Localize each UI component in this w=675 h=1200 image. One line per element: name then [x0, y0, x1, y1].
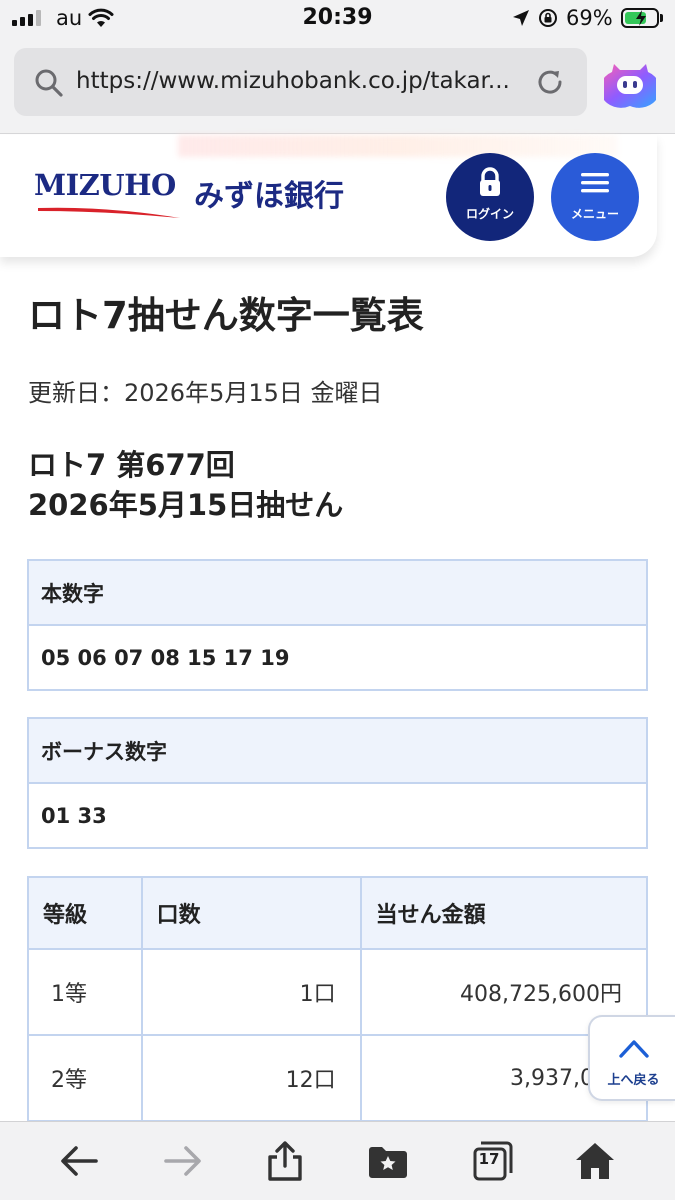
bookmarks-icon [369, 1147, 407, 1178]
tabs-button[interactable]: 17 [472, 1140, 514, 1182]
assistant-icon[interactable] [604, 58, 656, 108]
count-cell: 12口 [140, 1034, 362, 1122]
bonus-numbers-table: ボーナス数字 01 33 [27, 717, 648, 849]
bonus-numbers-value: 01 33 [27, 782, 648, 849]
hamburger-icon [581, 173, 609, 193]
menu-button[interactable]: メニュー [551, 153, 639, 241]
draw-heading: ロト7 第677回 2026年5月15日抽せん [28, 445, 343, 525]
chevron-up-icon [619, 1040, 649, 1058]
menu-label: メニュー [570, 207, 619, 221]
mizuho-logo[interactable]: MIZUHO [34, 168, 176, 202]
reload-icon[interactable] [534, 66, 566, 98]
battery-charging-icon [621, 8, 659, 28]
back-to-top-label: 上へ戻る [607, 1073, 660, 1088]
location-arrow-icon [513, 10, 529, 26]
orientation-lock-icon [539, 9, 557, 27]
battery-tip [660, 14, 663, 22]
grade-cell: 2等 [27, 1034, 143, 1122]
draw-number: ロト7 第677回 [28, 448, 235, 482]
count-cell: 1口 [140, 948, 362, 1036]
site-header: MIZUHO みずほ銀行 ログイン メニュー [0, 135, 657, 257]
share-icon [268, 1141, 302, 1181]
url-text[interactable]: https://www.mizuhobank.co.jp/takar... [76, 68, 526, 94]
bank-name-logo[interactable]: みずほ銀行 [194, 171, 344, 215]
header-count: 口数 [140, 876, 362, 950]
main-numbers-value: 05 06 07 08 15 17 19 [27, 624, 648, 691]
login-button[interactable]: ログイン [446, 153, 534, 241]
lock-icon [480, 167, 500, 196]
table-row: 1等 1口 408,725,600円 [27, 948, 649, 1036]
search-icon [35, 69, 63, 97]
main-numbers-label: 本数字 [27, 559, 648, 626]
browser-address-area: https://www.mizuhobank.co.jp/takar... [0, 38, 675, 134]
table-row: 2等 12口 3,937,000 [27, 1034, 649, 1122]
header-decoration [178, 135, 618, 157]
bookmarks-button[interactable] [367, 1140, 409, 1182]
bonus-numbers-label: ボーナス数字 [27, 717, 648, 784]
header-amount: 当せん金額 [359, 876, 649, 950]
back-to-top-button[interactable]: 上へ戻る [588, 1015, 675, 1101]
draw-date: 2026年5月15日抽せん [28, 488, 344, 522]
browser-toolbar: 17 [0, 1121, 675, 1200]
battery-percent: 69% [566, 6, 613, 30]
home-icon [576, 1143, 614, 1179]
header-grade: 等級 [27, 876, 143, 950]
back-button[interactable] [58, 1140, 100, 1182]
grade-cell: 1等 [27, 948, 143, 1036]
address-bar[interactable]: https://www.mizuhobank.co.jp/takar... [14, 48, 587, 116]
status-bar: au 20:39 69% [0, 0, 675, 38]
main-numbers-table: 本数字 05 06 07 08 15 17 19 [27, 559, 648, 691]
forward-button[interactable] [162, 1140, 204, 1182]
prize-table-header: 等級 口数 当せん金額 [27, 876, 649, 950]
page-title: ロト7抽せん数字一覧表 [28, 294, 424, 337]
share-button[interactable] [264, 1140, 306, 1182]
updated-date: 更新日：2026年5月15日 金曜日 [28, 379, 383, 407]
tab-count: 17 [478, 1150, 500, 1168]
logo-swoosh-icon [38, 207, 180, 218]
back-arrow-icon [61, 1146, 98, 1176]
login-label: ログイン [465, 207, 514, 221]
home-button[interactable] [574, 1140, 616, 1182]
forward-arrow-icon [164, 1146, 201, 1176]
